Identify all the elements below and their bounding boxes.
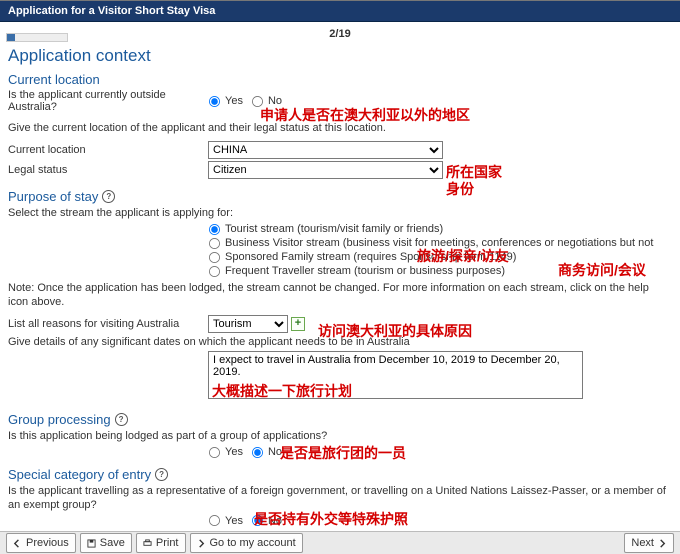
help-icon[interactable]: ? [155, 468, 168, 481]
print-icon [143, 539, 152, 548]
save-icon [87, 539, 96, 548]
label-yes: Yes [225, 515, 243, 527]
label-yes: Yes [225, 446, 243, 458]
label-reasons: List all reasons for visiting Australia [8, 318, 208, 330]
help-icon[interactable]: ? [115, 413, 128, 426]
chevron-right-icon [658, 539, 667, 548]
window-title: Application for a Visitor Short Stay Vis… [0, 1, 680, 22]
radio-business-stream[interactable] [209, 238, 220, 249]
radio-frequent-stream[interactable] [209, 266, 220, 277]
label-no: No [268, 515, 282, 527]
label-details: Give details of any significant dates on… [8, 335, 672, 349]
textarea-details[interactable] [208, 351, 583, 399]
next-button[interactable]: Next [624, 533, 674, 553]
radio-group-yes[interactable] [209, 447, 220, 458]
q-group: Is this application being lodged as part… [8, 429, 672, 443]
goto-account-button[interactable]: Go to my account [190, 533, 303, 553]
help-icon[interactable]: ? [102, 190, 115, 203]
heading-special: Special category of entry ? [8, 467, 672, 482]
print-button[interactable]: Print [136, 533, 186, 553]
select-current-location[interactable]: CHINA [208, 141, 443, 159]
select-legal-status[interactable]: Citizen [208, 161, 443, 179]
label-current-location: Current location [8, 144, 208, 156]
label-yes: Yes [225, 95, 243, 107]
radio-group-no[interactable] [252, 447, 263, 458]
select-reason[interactable]: Tourism [208, 315, 288, 333]
radio-sponsored-stream[interactable] [209, 252, 220, 263]
progress-bar [6, 33, 68, 42]
opt-sponsored: Sponsored Family stream (requires Sponso… [225, 251, 516, 263]
radio-special-yes[interactable] [209, 515, 220, 526]
heading-context: Application context [8, 46, 672, 66]
select-stream-text: Select the stream the applicant is apply… [8, 206, 672, 220]
opt-business: Business Visitor stream (business visit … [225, 237, 653, 249]
heading-purpose: Purpose of stay ? [8, 189, 672, 204]
give-location-text: Give the current location of the applica… [8, 121, 672, 135]
label-legal-status: Legal status [8, 164, 208, 176]
radio-outside-yes[interactable] [209, 95, 220, 106]
previous-button[interactable]: Previous [6, 533, 76, 553]
label-no: No [268, 446, 282, 458]
save-button[interactable]: Save [80, 533, 132, 553]
opt-tourist: Tourist stream (tourism/visit family or … [225, 223, 443, 235]
radio-outside-no[interactable] [252, 95, 263, 106]
radio-tourist-stream[interactable] [209, 224, 220, 235]
radio-special-no[interactable] [252, 515, 263, 526]
add-reason-icon[interactable]: + [291, 317, 305, 331]
label-no: No [268, 95, 282, 107]
footer-bar: Previous Save Print Go to my account Nex… [0, 531, 680, 554]
opt-frequent: Frequent Traveller stream (tourism or bu… [225, 265, 505, 277]
stream-note: Note: Once the application has been lodg… [8, 281, 672, 310]
chevron-right-icon [197, 539, 206, 548]
q-special: Is the applicant travelling as a represe… [8, 484, 672, 513]
step-indicator: 2/19 [8, 28, 672, 40]
chevron-left-icon [13, 539, 22, 548]
heading-group: Group processing ? [8, 412, 672, 427]
heading-current-location: Current location [8, 72, 672, 87]
q-outside-australia: Is the applicant currently outside Austr… [8, 89, 208, 113]
